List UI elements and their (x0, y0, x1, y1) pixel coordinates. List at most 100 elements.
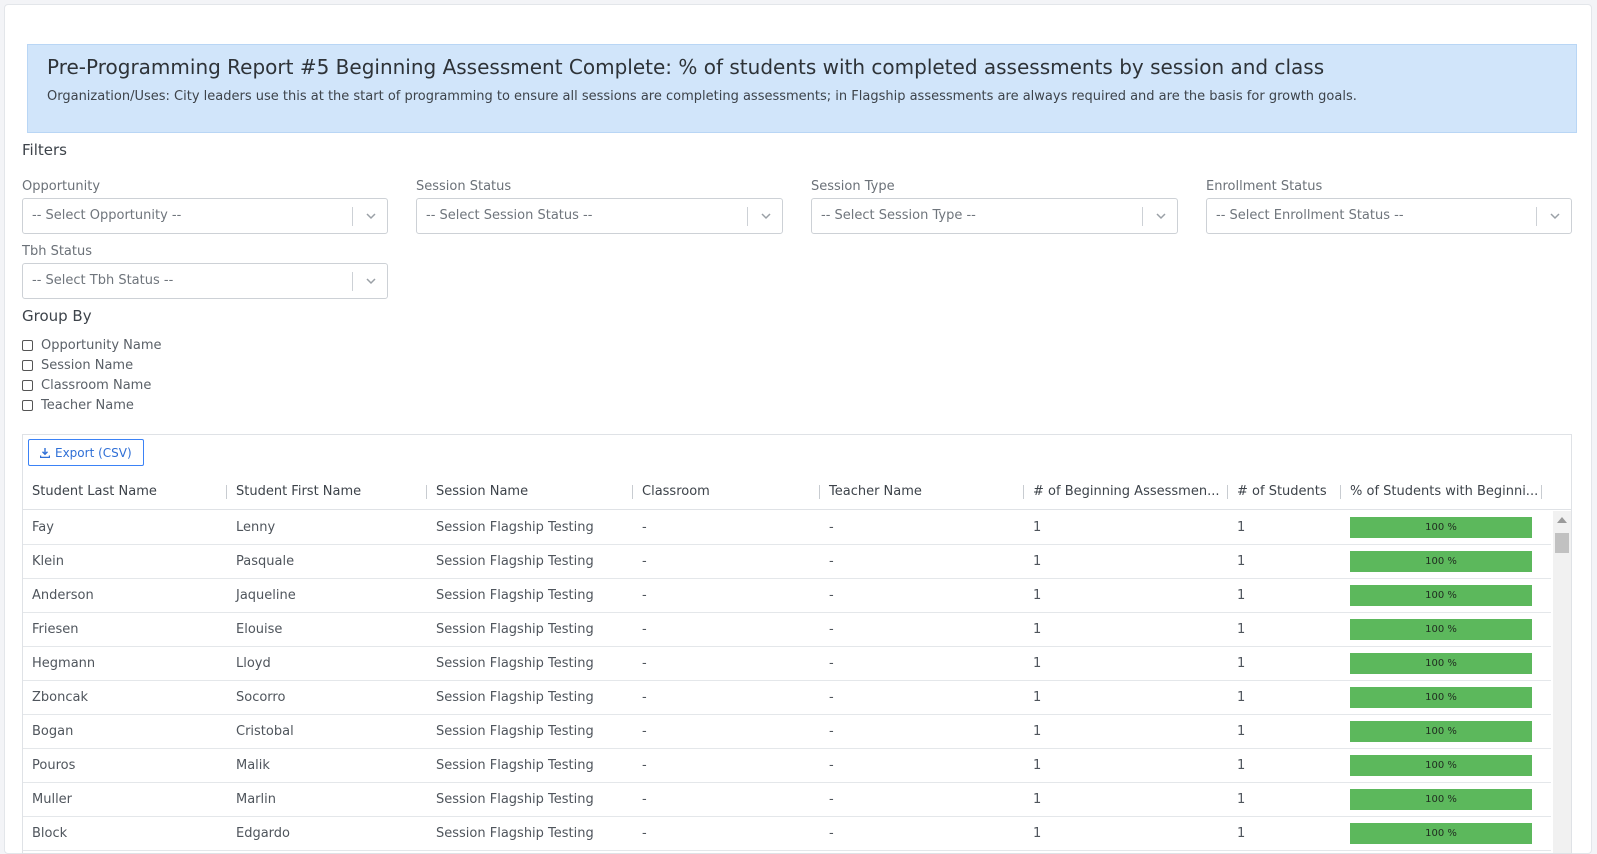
table-row[interactable]: Friesen Elouise Session Flagship Testing - -… (23, 613, 1551, 647)
chevron-down-icon[interactable] (759, 209, 773, 223)
percent-progress-bar: 100 % (1350, 653, 1532, 674)
session-name-cell: Session Flagship Testing (436, 826, 594, 841)
table-row[interactable]: Anderson Jaqueline Session Flagship Testin… (23, 579, 1551, 613)
group-by-opportunity-name[interactable]: Opportunity Name (22, 336, 162, 354)
group-by-session-name[interactable]: Session Name (22, 356, 133, 374)
students-count-cell: 1 (1237, 758, 1246, 773)
session-status-select[interactable]: -- Select Session Status -- (416, 198, 783, 234)
session-name-cell: Session Flagship Testing (436, 758, 594, 773)
column-resize-handle[interactable] (1541, 485, 1542, 499)
page-title: Pre-Programming Report #5 Beginning Asse… (47, 55, 1325, 79)
percent-progress-bar: 100 % (1350, 585, 1532, 606)
first-name-cell: Pasquale (236, 554, 295, 569)
table-row[interactable]: Fay Lenny Session Flagship Testing - - 1 1 100 … (23, 511, 1551, 545)
teacher-name-cell: - (829, 792, 834, 807)
classroom-cell: - (642, 588, 647, 603)
percent-cell: 100 % (1341, 647, 1532, 680)
percent-progress-bar: 100 % (1350, 551, 1532, 572)
session-type-label: Session Type (811, 179, 895, 194)
select-separator (1536, 207, 1537, 226)
last-name-cell: Klein (32, 554, 64, 569)
chevron-down-icon[interactable] (364, 209, 378, 223)
first-name-cell: Socorro (236, 690, 286, 705)
classroom-cell: - (642, 622, 647, 637)
report-grid: Export (CSV) Student Last Name Student F… (22, 434, 1572, 854)
students-count-cell: 1 (1237, 622, 1246, 637)
session-name-cell: Session Flagship Testing (436, 554, 594, 569)
students-count-cell: 1 (1237, 724, 1246, 739)
percent-cell: 100 % (1341, 783, 1532, 816)
percent-cell: 100 % (1341, 579, 1532, 612)
tbh-status-select[interactable]: -- Select Tbh Status -- (22, 263, 388, 299)
students-count-cell: 1 (1237, 588, 1246, 603)
group-by-heading: Group By (22, 307, 92, 325)
column-header-session-name[interactable]: Session Name (427, 474, 633, 510)
opportunity-select[interactable]: -- Select Opportunity -- (22, 198, 388, 234)
last-name-cell: Pouros (32, 758, 76, 773)
scrollbar-thumb[interactable] (1555, 533, 1569, 553)
first-name-cell: Malik (236, 758, 270, 773)
vertical-scrollbar[interactable] (1553, 511, 1571, 853)
column-header-student-first-name[interactable]: Student First Name (227, 474, 427, 510)
checkbox[interactable] (22, 379, 33, 391)
beginning-assessments-cell: 1 (1033, 656, 1042, 671)
checkbox[interactable] (22, 399, 33, 411)
percent-cell: 100 % (1341, 715, 1532, 748)
table-row[interactable]: Zboncak Socorro Session Flagship Testing - -… (23, 681, 1551, 715)
beginning-assessments-cell: 1 (1033, 724, 1042, 739)
beginning-assessments-cell: 1 (1033, 792, 1042, 807)
table-row[interactable]: Muller Marlin Session Flagship Testing - - 1 1… (23, 783, 1551, 817)
last-name-cell: Bogan (32, 724, 74, 739)
students-count-cell: 1 (1237, 656, 1246, 671)
classroom-cell: - (642, 792, 647, 807)
column-header-beginning-assessments[interactable]: # of Beginning Assessmen... (1024, 474, 1228, 510)
checkbox[interactable] (22, 359, 33, 371)
select-separator (747, 207, 748, 226)
session-status-placeholder: -- Select Session Status -- (426, 208, 593, 223)
percent-cell: 100 % (1341, 681, 1532, 714)
table-row[interactable]: Block Edgardo Session Flagship Testing - - 1 1… (23, 817, 1551, 851)
chevron-down-icon[interactable] (364, 274, 378, 288)
first-name-cell: Cristobal (236, 724, 294, 739)
enrollment-status-select[interactable]: -- Select Enrollment Status -- (1206, 198, 1572, 234)
chevron-down-icon[interactable] (1154, 209, 1168, 223)
column-header-percent-students[interactable]: % of Students with Beginni... (1341, 474, 1542, 510)
checkbox-label: Classroom Name (41, 377, 152, 393)
column-header-teacher-name[interactable]: Teacher Name (820, 474, 1024, 510)
column-header-label: Student Last Name (32, 484, 157, 499)
checkbox-label: Teacher Name (41, 397, 134, 413)
column-header-student-last-name[interactable]: Student Last Name (23, 474, 227, 510)
session-type-select[interactable]: -- Select Session Type -- (811, 198, 1178, 234)
column-header-classroom[interactable]: Classroom (633, 474, 820, 510)
column-header-label: # of Beginning Assessmen... (1033, 484, 1220, 499)
table-row[interactable]: Bogan Cristobal Session Flagship Testing - -… (23, 715, 1551, 749)
students-count-cell: 1 (1237, 554, 1246, 569)
classroom-cell: - (642, 656, 647, 671)
column-header-number-of-students[interactable]: # of Students (1228, 474, 1341, 510)
students-count-cell: 1 (1237, 826, 1246, 841)
students-count-cell: 1 (1237, 690, 1246, 705)
export-csv-button[interactable]: Export (CSV) (28, 439, 144, 466)
column-header-label: Teacher Name (829, 484, 922, 499)
teacher-name-cell: - (829, 622, 834, 637)
table-row[interactable]: Hegmann Lloyd Session Flagship Testing - - 1 1… (23, 647, 1551, 681)
percent-progress-bar: 100 % (1350, 721, 1532, 742)
group-by-classroom-name[interactable]: Classroom Name (22, 376, 151, 394)
group-by-teacher-name[interactable]: Teacher Name (22, 396, 134, 414)
checkbox-label: Session Name (41, 357, 134, 373)
table-row[interactable]: Pouros Malik Session Flagship Testing - - 1 1 1… (23, 749, 1551, 783)
checkbox[interactable] (22, 339, 33, 351)
last-name-cell: Fay (32, 520, 54, 535)
scroll-up-arrow-icon[interactable] (1557, 517, 1567, 523)
percent-progress-bar: 100 % (1350, 619, 1532, 640)
chevron-down-icon[interactable] (1548, 209, 1562, 223)
first-name-cell: Lenny (236, 520, 276, 535)
first-name-cell: Lloyd (236, 656, 271, 671)
percent-cell: 100 % (1341, 545, 1532, 578)
teacher-name-cell: - (829, 588, 834, 603)
opportunity-label: Opportunity (22, 179, 101, 194)
filters-heading: Filters (22, 141, 67, 159)
percent-cell: 100 % (1341, 511, 1532, 544)
table-row[interactable]: Klein Pasquale Session Flagship Testing - - 1… (23, 545, 1551, 579)
students-count-cell: 1 (1237, 792, 1246, 807)
